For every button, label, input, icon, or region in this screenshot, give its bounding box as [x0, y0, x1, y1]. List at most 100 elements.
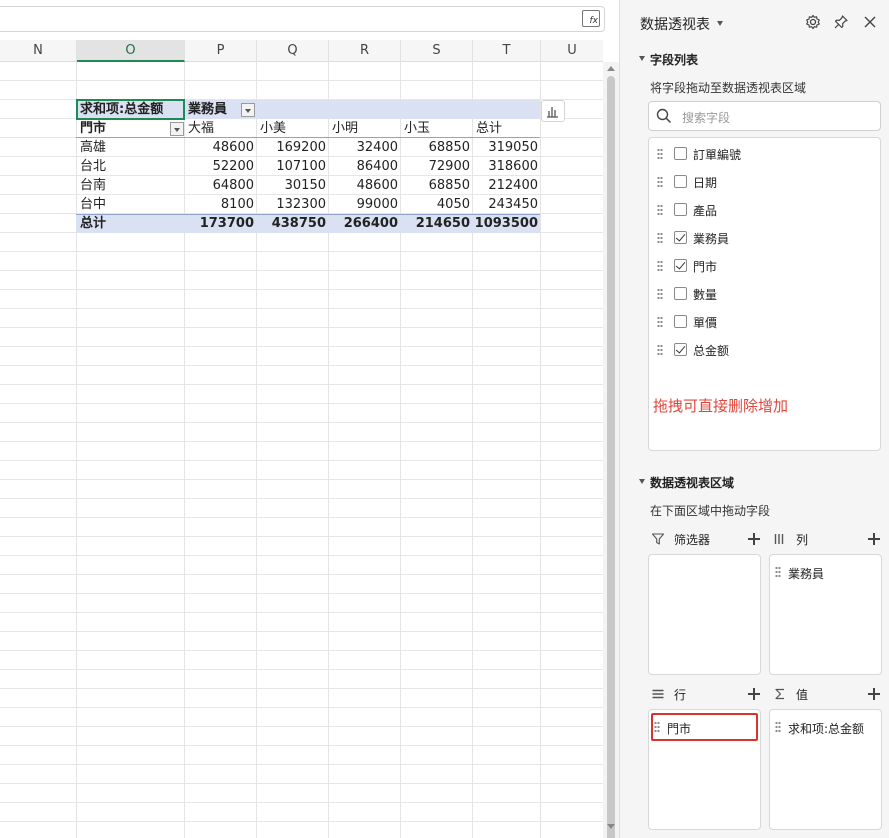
drag-handle-icon[interactable]	[657, 204, 663, 216]
pivot-cell[interactable]: 107100	[258, 157, 326, 176]
pivot-cell[interactable]: 48600	[186, 138, 254, 157]
drag-handle-icon[interactable]	[657, 232, 663, 244]
field-item[interactable]: 总金额	[657, 340, 877, 360]
field-checkbox[interactable]	[674, 231, 687, 244]
drag-handle-icon[interactable]	[657, 316, 663, 328]
pivot-cell[interactable]: 169200	[258, 138, 326, 157]
pane-title[interactable]: 数据透视表	[640, 14, 710, 34]
column-header-n[interactable]: N	[0, 40, 77, 62]
areas-collapse-icon[interactable]	[639, 479, 645, 484]
pivot-cell[interactable]: 4050	[402, 195, 470, 214]
pivot-col-label[interactable]: 小美	[260, 119, 286, 138]
column-header-r[interactable]: R	[329, 40, 401, 62]
column-header-t[interactable]: T	[473, 40, 541, 62]
column-header-s[interactable]: S	[401, 40, 473, 62]
drag-handle-icon[interactable]	[657, 288, 663, 300]
fx-icon[interactable]: fx	[582, 10, 600, 27]
pivot-cell[interactable]: 86400	[330, 157, 398, 176]
values-area-item[interactable]: 求和项:总金额	[788, 720, 864, 737]
close-icon[interactable]	[863, 15, 877, 29]
pivot-cell[interactable]: 64800	[186, 176, 254, 195]
pin-icon[interactable]	[833, 14, 849, 30]
field-item[interactable]: 門市	[657, 256, 877, 276]
pivot-total-label[interactable]: 总计	[80, 214, 106, 233]
rows-area-item[interactable]: 門市	[667, 720, 691, 737]
drag-handle-icon[interactable]	[775, 721, 781, 733]
pivot-col-label[interactable]: 小玉	[404, 119, 430, 138]
drag-handle-icon[interactable]	[657, 344, 663, 356]
pivot-total-cell[interactable]: 438750	[258, 214, 326, 233]
field-item[interactable]: 日期	[657, 172, 877, 192]
pivot-cell[interactable]: 243450	[470, 195, 538, 214]
areas-title[interactable]: 数据透视表区域	[650, 474, 734, 491]
field-list-title[interactable]: 字段列表	[650, 51, 698, 68]
field-list-collapse-icon[interactable]	[639, 56, 645, 61]
add-filter-icon[interactable]	[748, 533, 760, 545]
pivot-cell[interactable]: 132300	[258, 195, 326, 214]
column-header-o[interactable]: O	[77, 40, 185, 62]
field-checkbox[interactable]	[674, 259, 687, 272]
row-field-filter-button[interactable]	[170, 122, 184, 136]
drag-handle-icon[interactable]	[657, 148, 663, 160]
chevron-down-icon[interactable]	[717, 21, 723, 26]
pivot-cell[interactable]: 68850	[402, 176, 470, 195]
pivot-cell[interactable]: 212400	[470, 176, 538, 195]
pivot-cell[interactable]: 319050	[470, 138, 538, 157]
scroll-down-icon[interactable]	[607, 824, 615, 829]
field-item[interactable]: 單價	[657, 312, 877, 332]
field-checkbox[interactable]	[674, 175, 687, 188]
pivot-cell[interactable]: 8100	[186, 195, 254, 214]
pivot-row-label[interactable]: 台北	[80, 157, 106, 176]
pivot-col-label[interactable]: 总计	[476, 119, 502, 138]
columns-area-item[interactable]: 業務員	[788, 565, 824, 582]
pivot-cell[interactable]: 68850	[402, 138, 470, 157]
add-column-icon[interactable]	[868, 533, 880, 545]
gear-icon[interactable]	[805, 14, 821, 30]
formula-bar[interactable]: fx	[0, 6, 605, 32]
pivot-row-label[interactable]: 高雄	[80, 138, 106, 157]
search-field-box[interactable]: 搜索字段	[648, 101, 881, 131]
field-item[interactable]: 產品	[657, 200, 877, 220]
pivot-row-label[interactable]: 台南	[80, 176, 106, 195]
field-checkbox[interactable]	[674, 287, 687, 300]
scrollbar-thumb[interactable]	[607, 76, 615, 838]
pivot-total-cell[interactable]: 173700	[186, 214, 254, 233]
pivot-chart-button[interactable]	[541, 100, 565, 122]
pivot-column-field-label[interactable]: 業務員	[188, 100, 227, 119]
search-input[interactable]: 搜索字段	[682, 109, 730, 126]
add-value-icon[interactable]	[868, 688, 880, 700]
column-header-q[interactable]: Q	[257, 40, 329, 62]
pivot-total-cell[interactable]: 266400	[330, 214, 398, 233]
values-area-box[interactable]: 求和项:总金额	[769, 709, 882, 830]
field-checkbox[interactable]	[674, 343, 687, 356]
column-field-filter-button[interactable]	[241, 103, 255, 117]
field-item[interactable]: 數量	[657, 284, 877, 304]
pivot-cell[interactable]: 52200	[186, 157, 254, 176]
pivot-cell[interactable]: 48600	[330, 176, 398, 195]
pivot-value-field-label[interactable]: 求和项:总金额	[80, 100, 163, 119]
pivot-row-field-label[interactable]: 門市	[80, 119, 106, 138]
column-header-u[interactable]: U	[541, 40, 603, 62]
drag-handle-icon[interactable]	[654, 721, 660, 733]
pivot-cell[interactable]: 30150	[258, 176, 326, 195]
pivot-cell[interactable]: 99000	[330, 195, 398, 214]
field-item[interactable]: 訂單編號	[657, 144, 877, 164]
add-row-icon[interactable]	[748, 688, 760, 700]
pivot-col-label[interactable]: 大福	[188, 119, 214, 138]
field-item[interactable]: 業務員	[657, 228, 877, 248]
column-header-p[interactable]: P	[185, 40, 257, 62]
columns-area-box[interactable]: 業務員	[769, 554, 882, 675]
drag-handle-icon[interactable]	[775, 566, 781, 578]
pivot-col-label[interactable]: 小明	[332, 119, 358, 138]
field-checkbox[interactable]	[674, 147, 687, 160]
pivot-row-label[interactable]: 台中	[80, 195, 106, 214]
pivot-cell[interactable]: 72900	[402, 157, 470, 176]
field-checkbox[interactable]	[674, 315, 687, 328]
vertical-scrollbar[interactable]	[603, 62, 619, 838]
drag-handle-icon[interactable]	[657, 260, 663, 272]
pivot-cell[interactable]: 32400	[330, 138, 398, 157]
drag-handle-icon[interactable]	[657, 176, 663, 188]
pivot-cell[interactable]: 318600	[470, 157, 538, 176]
scroll-up-icon[interactable]	[607, 66, 615, 71]
filter-area-box[interactable]	[648, 554, 761, 675]
